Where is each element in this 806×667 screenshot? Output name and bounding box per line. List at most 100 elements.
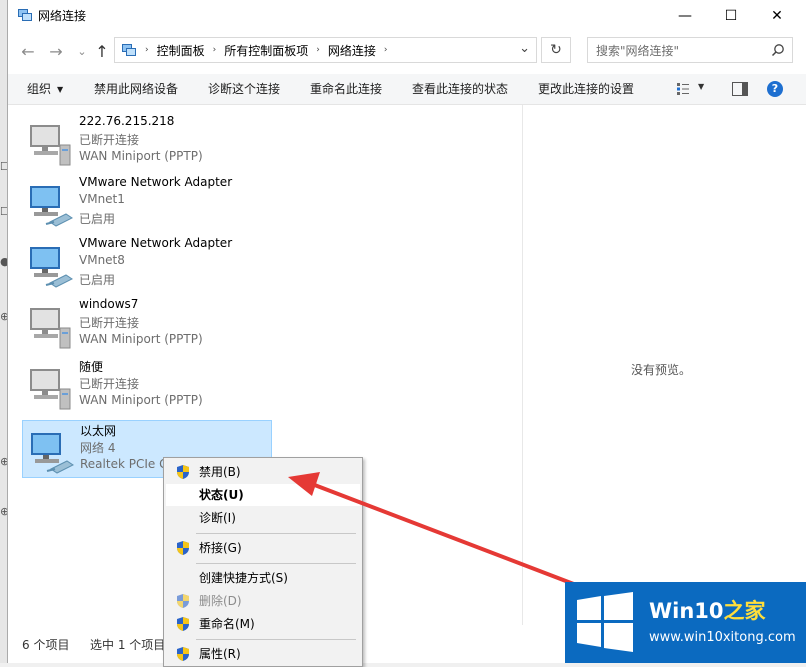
search-box[interactable]	[587, 37, 793, 63]
command-bar: 组织 ▼ 禁用此网络设备 诊断这个连接 重命名此连接 查看此连接的状态 更改此连接…	[8, 74, 806, 105]
connection-name: 以太网	[80, 424, 117, 438]
connection-name: VMware Network Adapter	[79, 236, 233, 250]
dialup-connection-icon	[30, 308, 71, 349]
view-status-button[interactable]: 查看此连接的状态	[412, 74, 508, 104]
network-adapter-icon	[30, 247, 73, 288]
rename-button[interactable]: 重命名此连接	[310, 74, 382, 104]
connection-item[interactable]: 随便 已断开连接 WAN Miniport (PPTP)	[22, 357, 272, 415]
menu-item-diagnose[interactable]: 诊断(I)	[166, 507, 360, 529]
menu-item-create-shortcut[interactable]: 创建快捷方式(S)	[166, 567, 360, 589]
organize-menu[interactable]: 组织 ▼	[27, 74, 63, 104]
watermark-url: www.win10xitong.com	[649, 630, 796, 645]
explorer-window: 网络连接 — ☐ ✕ ← → ⌄ ↑ › 控制面板 › 所有控制面板项 › 网络…	[7, 0, 806, 663]
connection-device: WAN Miniport (PPTP)	[79, 332, 203, 346]
address-bar[interactable]: › 控制面板 › 所有控制面板项 › 网络连接 › ⌄	[114, 37, 537, 63]
breadcrumb-all-items[interactable]: 所有控制面板项	[224, 42, 308, 59]
breadcrumb-separator[interactable]: ›	[316, 45, 320, 55]
menu-item-label: 删除(D)	[199, 594, 242, 608]
search-icon[interactable]	[771, 43, 785, 57]
menu-separator	[196, 533, 356, 534]
up-button[interactable]: ↑	[90, 39, 114, 63]
change-settings-button[interactable]: 更改此连接的设置	[538, 74, 634, 104]
connection-item[interactable]: VMware Network Adapter VMnet1 已启用	[22, 174, 272, 232]
background-window-edge: ☐ ☐ ● ⊕ ⊕ ⊕	[0, 0, 7, 663]
breadcrumb-separator[interactable]: ›	[384, 45, 388, 55]
menu-item-label: 桥接(G)	[199, 541, 242, 555]
uac-shield-icon	[177, 594, 189, 608]
menu-item-label: 诊断(I)	[199, 511, 236, 525]
menu-item-label: 创建快捷方式(S)	[199, 571, 288, 585]
navigation-bar: ← → ⌄ ↑ › 控制面板 › 所有控制面板项 › 网络连接 › ⌄ ↻	[8, 31, 806, 71]
connection-device: Realtek PCIe G	[80, 457, 169, 471]
connection-item[interactable]: 222.76.215.218 已断开连接 WAN Miniport (PPTP)	[22, 113, 272, 171]
control-panel-icon	[122, 44, 136, 56]
diagnose-button[interactable]: 诊断这个连接	[208, 74, 280, 104]
connection-status: VMnet1	[79, 192, 125, 206]
watermark-brand-prefix: Win10	[649, 599, 724, 623]
menu-item-status[interactable]: 状态(U)	[166, 484, 360, 506]
caret-down-icon: ▼	[57, 85, 64, 94]
menu-item-label: 禁用(B)	[199, 465, 241, 479]
network-connections-app-icon	[18, 9, 32, 21]
breadcrumb-separator[interactable]: ›	[145, 45, 149, 55]
partial-globe-icon: ⊕	[0, 310, 7, 323]
preview-divider	[522, 105, 523, 625]
partial-globe-icon: ⊕	[0, 505, 7, 518]
window-title: 网络连接	[38, 9, 87, 23]
connection-status: VMnet8	[79, 253, 125, 267]
menu-item-delete: 删除(D)	[166, 590, 360, 612]
disable-device-button[interactable]: 禁用此网络设备	[94, 74, 178, 104]
uac-shield-icon	[177, 617, 189, 631]
context-menu: 禁用(B) 状态(U) 诊断(I) 桥接(G) 创建快捷方式(S) 删除(D) …	[163, 457, 363, 667]
title-bar[interactable]: 网络连接 — ☐ ✕	[8, 0, 806, 31]
selected-count: 选中 1 个项目	[90, 638, 166, 652]
connection-name: VMware Network Adapter	[79, 175, 233, 189]
partial-icon: ●	[0, 255, 7, 268]
address-dropdown-button[interactable]: ⌄	[519, 41, 530, 56]
menu-item-bridge[interactable]: 桥接(G)	[166, 537, 360, 559]
connection-device: WAN Miniport (PPTP)	[79, 149, 203, 163]
watermark-brand: Win10之家	[649, 595, 766, 625]
dialup-connection-icon	[30, 125, 71, 166]
menu-separator	[196, 563, 356, 564]
breadcrumb-network-connections[interactable]: 网络连接	[328, 42, 376, 59]
menu-item-label: 属性(R)	[199, 647, 241, 661]
menu-separator	[196, 639, 356, 640]
partial-icon: ☐	[0, 160, 7, 173]
network-adapter-icon	[30, 186, 73, 227]
help-icon[interactable]: ?	[767, 81, 783, 97]
connection-status: 已断开连接	[79, 377, 140, 391]
minimize-button[interactable]: —	[662, 0, 708, 31]
menu-item-disable[interactable]: 禁用(B)	[166, 461, 360, 483]
details-view-icon	[677, 83, 689, 95]
uac-shield-icon	[177, 541, 189, 555]
connection-status: 已断开连接	[79, 316, 140, 330]
uac-shield-icon	[177, 465, 189, 479]
close-button[interactable]: ✕	[754, 0, 800, 31]
breadcrumb-separator[interactable]: ›	[213, 45, 217, 55]
connection-name: 222.76.215.218	[79, 114, 175, 128]
preview-pane-icon[interactable]	[732, 82, 748, 96]
menu-item-label: 状态(U)	[199, 488, 244, 502]
network-adapter-icon	[31, 433, 74, 474]
breadcrumb-control-panel[interactable]: 控制面板	[157, 42, 205, 59]
search-input[interactable]	[594, 42, 768, 60]
watermark-brand-suffix: 之家	[723, 599, 766, 623]
back-button[interactable]: ←	[16, 39, 40, 63]
view-options-button[interactable]: ▼	[676, 82, 704, 96]
connection-device: 已启用	[79, 273, 116, 287]
connection-item[interactable]: VMware Network Adapter VMnet8 已启用	[22, 235, 272, 293]
partial-icon: ☐	[0, 205, 7, 218]
partial-globe-icon: ⊕	[0, 455, 7, 468]
menu-item-properties[interactable]: 属性(R)	[166, 643, 360, 665]
menu-item-label: 重命名(M)	[199, 617, 255, 631]
windows-logo-icon	[577, 592, 633, 652]
forward-button[interactable]: →	[44, 39, 68, 63]
maximize-button[interactable]: ☐	[708, 0, 754, 31]
connection-item[interactable]: windows7 已断开连接 WAN Miniport (PPTP)	[22, 296, 272, 354]
caret-down-icon: ▼	[698, 82, 705, 91]
menu-item-rename[interactable]: 重命名(M)	[166, 613, 360, 635]
connection-device: 已启用	[79, 212, 116, 226]
refresh-button[interactable]: ↻	[541, 37, 571, 63]
organize-label: 组织	[27, 82, 52, 96]
